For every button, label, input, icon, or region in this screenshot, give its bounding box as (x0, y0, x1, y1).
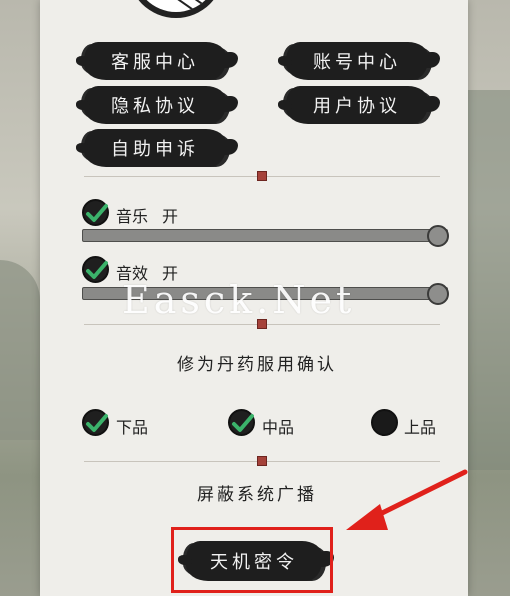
block-broadcast-title: 屏蔽系统广播 (197, 485, 317, 505)
account-center-button[interactable]: 账号中心 (278, 42, 440, 80)
sfx-slider-knob[interactable] (427, 283, 449, 305)
customer-service-label: 客服中心 (111, 52, 199, 73)
mid-grade-checkbox[interactable] (228, 409, 255, 436)
pill-confirm-title: 修为丹药服用确认 (177, 355, 337, 375)
privacy-policy-label: 隐私协议 (111, 96, 199, 117)
annotation-arrow-icon (346, 469, 468, 530)
watermark-text: Easck.Net (122, 278, 356, 322)
annotation-highlight-box (171, 527, 333, 593)
account-center-label: 账号中心 (313, 52, 401, 73)
seal-icon (257, 171, 267, 181)
checkmark-icon (86, 414, 108, 432)
low-grade-checkbox[interactable] (82, 409, 109, 436)
avatar-emblem (128, 0, 224, 18)
music-state: 开 (162, 207, 179, 226)
music-slider[interactable] (82, 229, 448, 242)
seal-icon (257, 456, 267, 466)
customer-service-button[interactable]: 客服中心 (76, 42, 238, 80)
background-scenery-right (468, 90, 510, 470)
mid-grade-label: 中品 (262, 418, 295, 437)
user-agreement-label: 用户协议 (313, 96, 401, 117)
checkmark-icon (86, 261, 108, 279)
music-checkbox[interactable] (82, 199, 109, 226)
background-scenery-left (0, 260, 40, 440)
sfx-checkbox[interactable] (82, 256, 109, 283)
high-grade-checkbox[interactable] (371, 409, 398, 436)
high-grade-label: 上品 (404, 418, 437, 437)
self-appeal-label: 自助申诉 (111, 139, 199, 160)
low-grade-label: 下品 (116, 418, 149, 437)
user-agreement-button[interactable]: 用户协议 (278, 86, 440, 124)
self-appeal-button[interactable]: 自助申诉 (76, 129, 238, 167)
checkmark-icon (232, 414, 254, 432)
privacy-policy-button[interactable]: 隐私协议 (76, 86, 238, 124)
music-label: 音乐 (116, 207, 149, 226)
checkmark-icon (86, 204, 108, 222)
music-slider-knob[interactable] (427, 225, 449, 247)
